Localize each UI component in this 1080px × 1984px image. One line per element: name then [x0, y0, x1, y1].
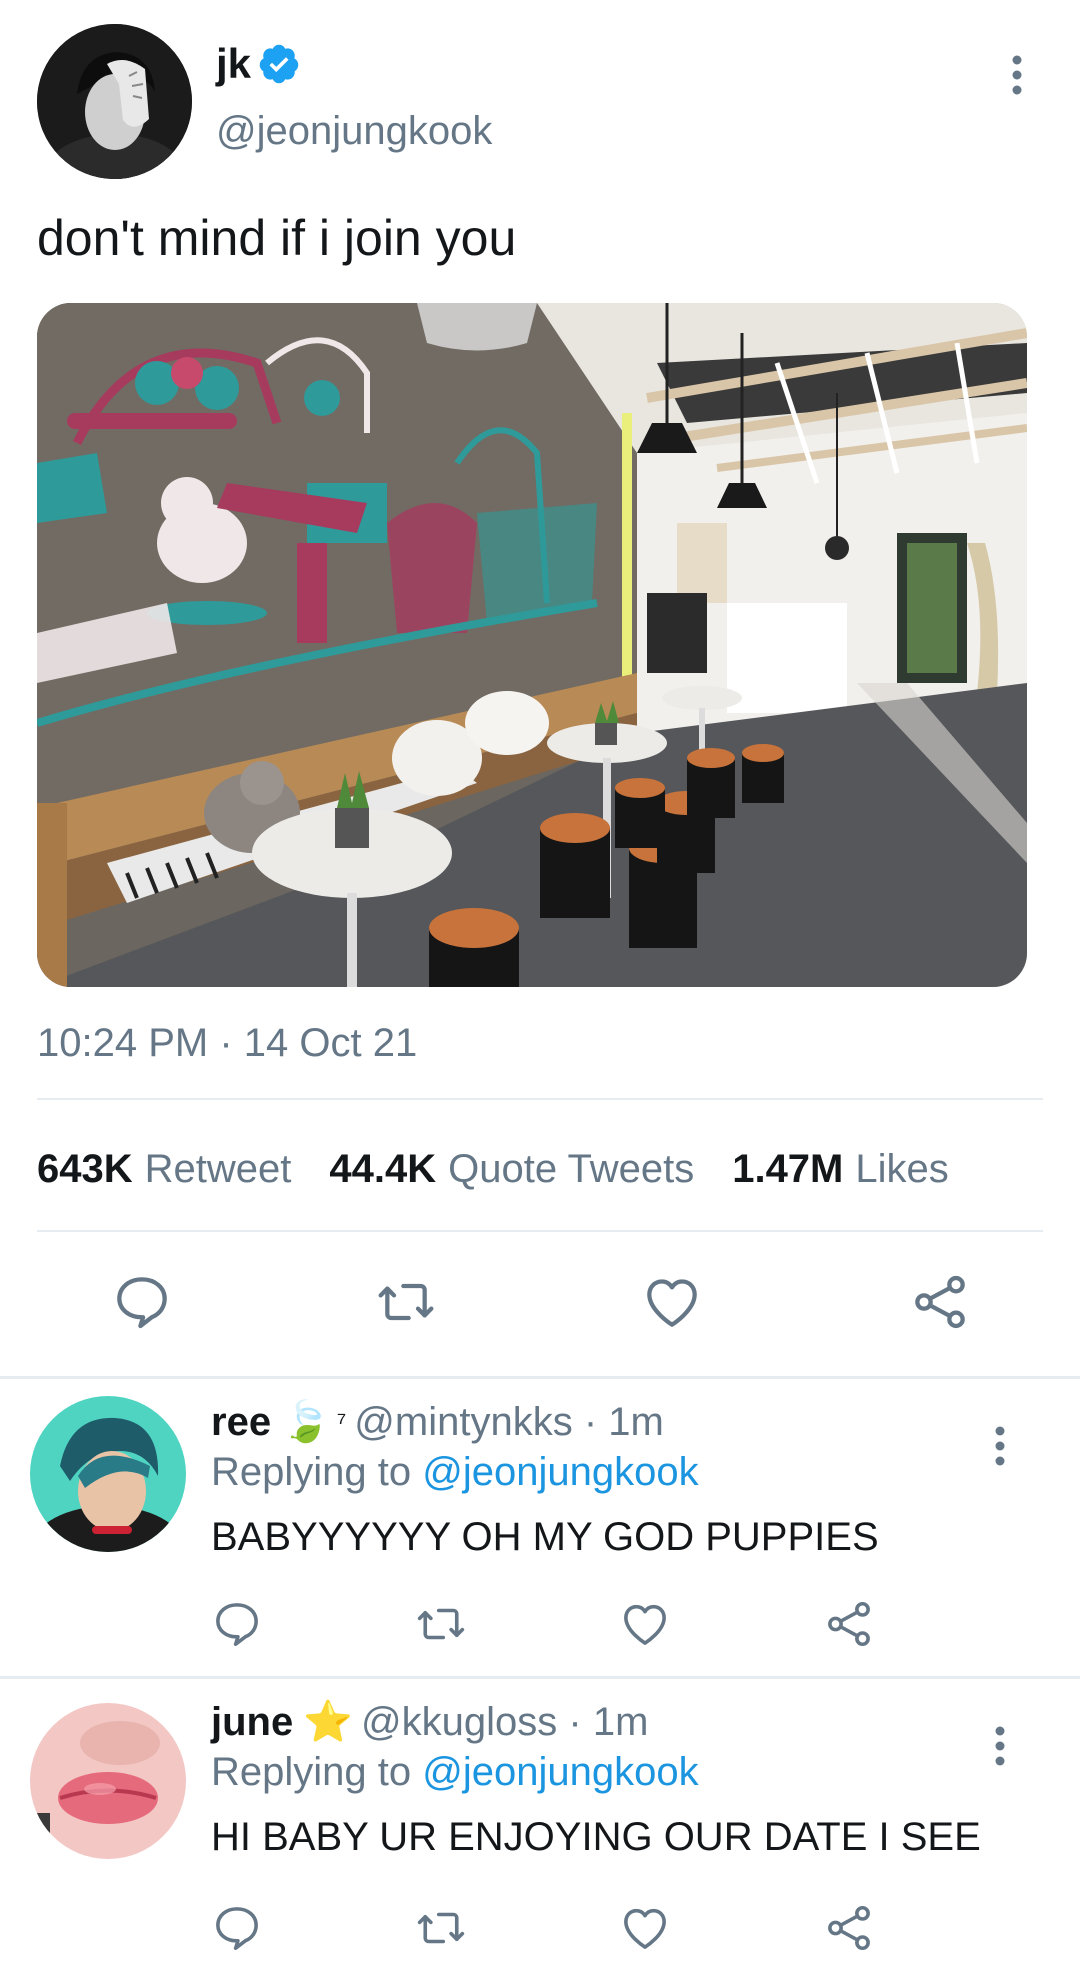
quote-tweets-label: Quote Tweets	[448, 1147, 695, 1191]
share-icon[interactable]	[822, 1901, 876, 1955]
badge-suffix: ⁷	[336, 1407, 347, 1437]
reply-tweet[interactable]: june ⭐ @kkugloss · 1m Replying to @jeonj…	[0, 1679, 1080, 1984]
reply-avatar[interactable]	[30, 1396, 186, 1552]
tweet-media-image[interactable]	[37, 303, 1027, 987]
replying-mention-link[interactable]: @jeonjungkook	[422, 1750, 698, 1794]
reply-display-name[interactable]: ree	[211, 1397, 271, 1447]
badge-emoji: ⭐	[303, 1700, 354, 1744]
reply-handle-time[interactable]: @mintynkks · 1m	[354, 1397, 664, 1447]
reply-icon[interactable]	[110, 1270, 174, 1334]
like-icon[interactable]	[618, 1901, 672, 1955]
retweets-label: Retweet	[144, 1147, 292, 1191]
retweets-stat[interactable]: 643K Retweet	[37, 1144, 291, 1194]
engagement-stats: 643K Retweet 44.4K Quote Tweets 1.47M Li…	[37, 1144, 987, 1194]
quote-tweets-stat[interactable]: 44.4K Quote Tweets	[329, 1144, 694, 1194]
verified-badge-icon	[257, 42, 301, 86]
author-avatar[interactable]	[37, 24, 192, 179]
likes-stat[interactable]: 1.47M Likes	[732, 1144, 949, 1194]
like-icon[interactable]	[618, 1597, 672, 1651]
more-options-icon[interactable]	[985, 1723, 1015, 1771]
replying-prefix: Replying to	[211, 1450, 412, 1494]
author-name-row[interactable]: jk	[216, 38, 301, 90]
author-handle[interactable]: @jeonjungkook	[216, 106, 492, 156]
reply-text: HI BABY UR ENJOYING OUR DATE I SEE	[211, 1815, 981, 1859]
leaf-emoji-icon: 🍃 ⁷	[281, 1397, 346, 1447]
reply-header: june ⭐ @kkugloss · 1m	[211, 1697, 648, 1747]
share-icon[interactable]	[908, 1270, 972, 1334]
tweet-text: don't mind if i join you	[37, 210, 517, 266]
reply-header: ree 🍃 ⁷ @mintynkks · 1m	[211, 1397, 664, 1447]
reply-tweet[interactable]: ree 🍃 ⁷ @mintynkks · 1m Replying to @jeo…	[0, 1379, 1080, 1676]
divider	[37, 1098, 1043, 1100]
badge-emoji: 🍃	[281, 1400, 331, 1444]
retweet-icon[interactable]	[414, 1901, 468, 1955]
main-tweet: jk @jeonjungkook don't mind if i join yo…	[0, 0, 1080, 1376]
reply-display-name[interactable]: june	[211, 1697, 293, 1747]
quote-tweets-count: 44.4K	[329, 1147, 437, 1191]
more-options-icon[interactable]	[1002, 52, 1032, 100]
author-display-name[interactable]: jk	[216, 38, 251, 90]
replying-prefix: Replying to	[211, 1750, 412, 1794]
reply-icon[interactable]	[210, 1901, 264, 1955]
tweet-timestamp[interactable]: 10:24 PM · 14 Oct 21	[37, 1018, 417, 1068]
likes-label: Likes	[855, 1147, 949, 1191]
replying-to: Replying to @jeonjungkook	[211, 1747, 699, 1797]
retweet-icon[interactable]	[374, 1270, 438, 1334]
divider	[37, 1230, 1043, 1232]
reply-text: BABYYYYYY OH MY GOD PUPPIES	[211, 1515, 879, 1559]
share-icon[interactable]	[822, 1597, 876, 1651]
reply-icon[interactable]	[210, 1597, 264, 1651]
reply-avatar[interactable]	[30, 1703, 186, 1859]
replying-to: Replying to @jeonjungkook	[211, 1447, 699, 1497]
likes-count: 1.47M	[732, 1147, 844, 1191]
retweet-icon[interactable]	[414, 1597, 468, 1651]
like-icon[interactable]	[640, 1270, 704, 1334]
retweets-count: 643K	[37, 1147, 133, 1191]
tweet-actions-bar	[0, 1270, 1080, 1340]
more-options-icon[interactable]	[985, 1423, 1015, 1471]
star-emoji-icon: ⭐	[303, 1697, 353, 1747]
replying-mention-link[interactable]: @jeonjungkook	[422, 1450, 698, 1494]
reply-handle-time[interactable]: @kkugloss · 1m	[361, 1697, 648, 1747]
